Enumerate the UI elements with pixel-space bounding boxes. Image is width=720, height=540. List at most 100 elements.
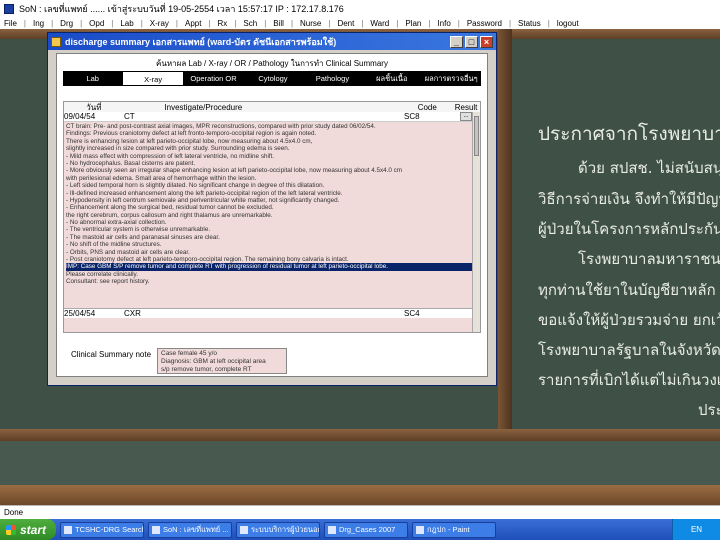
menu-separator: | <box>290 19 294 28</box>
dialog-icon <box>51 36 61 47</box>
menu-item-ing[interactable]: Ing <box>33 19 44 28</box>
dialog-title-bar[interactable]: discharge summary เอกสารแพทย์ (ward-บัตร… <box>48 33 496 50</box>
menu-item-status[interactable]: Status <box>518 19 541 28</box>
taskbar-task-1[interactable]: SoN : เลขที่แพทย์ ... <box>148 521 232 538</box>
grid-row-first[interactable]: 09/04/54 CT SC8 ... <box>64 112 480 122</box>
grid-row-second[interactable]: 25/04/54 CXR SC4 <box>64 308 480 318</box>
board-text-line: ทุกท่านใช้ยาในบัญชียาหลัก หรือ <box>538 281 720 299</box>
window-icon <box>64 525 72 534</box>
menu-item-sch[interactable]: Sch <box>243 19 257 28</box>
tab-6[interactable]: ผลการตรวจอื่นๆ <box>422 73 481 85</box>
menu-separator: | <box>80 19 83 28</box>
report-line: - No shift of the midline structures. <box>66 241 162 249</box>
tab-2[interactable]: Operation OR <box>184 74 243 83</box>
taskbar-task-label: Drg_Cases 2007 <box>339 525 396 534</box>
clinical-summary-line: s/p remove tumor, complete RT <box>161 366 252 373</box>
maximize-button[interactable]: □ <box>465 35 478 48</box>
report-line: - Orbits, PNS and mastoid air cells are … <box>66 248 190 256</box>
clinical-summary-textbox[interactable]: Case female 45 y/o Diagnosis: GBM at left… <box>157 348 287 374</box>
board-frame-bottom <box>0 429 720 441</box>
taskbar-task-list: TCSHC-DRG Search SoN : เลขที่แพทย์ ... ระบ… <box>56 521 496 538</box>
menu-item-file[interactable]: File <box>4 19 17 28</box>
status-bar: Done <box>0 505 720 519</box>
report-line: the right cerebrum, corpus callosum and … <box>66 211 273 219</box>
report-line: - Post craniotomy defect at left parieto… <box>66 256 349 264</box>
clinical-summary-label: Clinical Summary note <box>71 350 152 359</box>
report-line: IMP: Case GBM S/P remove tumor and compl… <box>66 263 478 271</box>
menu-item-dent[interactable]: Dent <box>337 19 354 28</box>
menu-item-appt[interactable]: Appt <box>185 19 201 28</box>
app-icon <box>4 4 14 14</box>
board-text-line: ผู้ป่วยในโครงการหลักประกันสุข <box>538 220 720 238</box>
board-text-line: โรงพยาบาลมหาราชนครเชียงใหม่ <box>578 250 720 268</box>
report-line: - Left sided temporal horn is slightly d… <box>66 182 325 190</box>
minimize-button[interactable]: _ <box>450 35 463 48</box>
menu-separator: | <box>508 19 512 28</box>
windows-logo-icon <box>6 524 16 535</box>
menu-item-plan[interactable]: Plan <box>405 19 421 28</box>
row-date: 09/04/54 <box>64 112 96 121</box>
menu-item-x-ray[interactable]: X-ray <box>150 19 169 28</box>
window-icon <box>328 525 336 534</box>
close-button[interactable]: × <box>480 35 493 48</box>
taskbar-task-2[interactable]: ระบบบริการผู้ป่วยนอก <box>236 521 320 538</box>
tab-1[interactable]: X-ray <box>122 71 184 86</box>
menu-item-password[interactable]: Password <box>467 19 502 28</box>
grid-vertical-scrollbar[interactable] <box>472 112 480 332</box>
menu-item-bill[interactable]: Bill <box>273 19 284 28</box>
clinical-summary-line: Case female 45 y/o <box>161 350 218 357</box>
row2-procedure: CXR <box>124 309 141 318</box>
row-procedure: CT <box>124 112 135 121</box>
menu-separator: | <box>328 19 331 28</box>
report-line: Findings: Previous craniotomy defect at … <box>66 130 317 138</box>
menu-item-opd[interactable]: Opd <box>89 19 104 28</box>
menu-item-logout[interactable]: logout <box>557 19 579 28</box>
tab-4[interactable]: Pathology <box>303 74 362 83</box>
report-line: - Hypodensity in left centrum semiovale … <box>66 196 340 204</box>
menu-separator: | <box>457 19 460 28</box>
report-line: with perilesional edema. Small area of h… <box>66 174 257 182</box>
taskbar-task-label: TCSHC-DRG Search <box>75 525 144 534</box>
board-heading: ประกาศจากโรงพยาบาล <box>538 123 720 145</box>
tab-3[interactable]: Cytology <box>243 74 302 83</box>
tab-0[interactable]: Lab <box>63 74 122 83</box>
board-text-line: ด้วย สปสช. ไม่สนับสนุนให้ <box>578 159 720 177</box>
grid-header: วันที่ Investigate/Procedure Code Result <box>64 102 480 112</box>
report-line: CT brain: Pre- and post-contrast axial i… <box>66 123 376 130</box>
grid-header-procedure: Investigate/Procedure <box>164 102 243 112</box>
taskbar-task-3[interactable]: Drg_Cases 2007 <box>324 521 408 538</box>
start-button[interactable]: start <box>0 519 56 540</box>
board-text-line: วิธีการจ่ายเงิน จึงทำให้มีปัญหา <box>538 190 720 208</box>
board-text-line: รายการที่เบิกได้แต่ไม่เกินวงเงิน <box>538 371 720 389</box>
tab-5[interactable]: ผลชิ้นเนื้อ <box>362 73 421 85</box>
menu-separator: | <box>547 19 550 28</box>
report-line: There is enhancing lesion at left pariet… <box>66 137 313 145</box>
report-text[interactable]: CT brain: Pre- and post-contrast axial i… <box>64 122 480 287</box>
taskbar-task-0[interactable]: TCSHC-DRG Search <box>60 521 144 538</box>
board-text-line: โรงพยาบาลรัฐบาลในจังหวัดเชียงใหม่ <box>538 341 720 359</box>
menu-separator: | <box>234 19 237 28</box>
menu-separator: | <box>264 19 267 28</box>
taskbar-task-4[interactable]: กฎปก - Paint <box>412 521 496 538</box>
report-line: - Enhancement along the surgical bed, re… <box>66 204 274 212</box>
report-line: - Mild mass effect with compression of l… <box>66 152 275 160</box>
report-line: - No abnormal extra-axial collection. <box>66 219 167 227</box>
scrollbar-thumb[interactable] <box>474 116 479 156</box>
menu-item-info[interactable]: Info <box>437 19 450 28</box>
menu-separator: | <box>208 19 211 28</box>
taskbar-task-label: ระบบบริการผู้ป่วยนอก <box>251 524 320 534</box>
report-line: - The ventricular system is otherwise un… <box>66 226 211 234</box>
report-line: Consultant: see report history. <box>66 278 150 286</box>
report-line: - No hydrocephalus. Basal cisterns are p… <box>66 159 196 167</box>
menu-item-ward[interactable]: Ward <box>370 19 389 28</box>
menu-item-rx[interactable]: Rx <box>218 19 228 28</box>
menu-item-nurse[interactable]: Nurse <box>300 19 321 28</box>
language-indicator[interactable]: EN <box>691 525 702 534</box>
window-icon <box>416 525 424 534</box>
menu-separator: | <box>23 19 26 28</box>
menu-item-drg[interactable]: Drg <box>60 19 73 28</box>
menu-separator: | <box>140 19 143 28</box>
row-result-dropdown[interactable]: ... <box>460 112 472 121</box>
menu-item-lab[interactable]: Lab <box>120 19 133 28</box>
grid-header-code: Code <box>417 102 437 112</box>
